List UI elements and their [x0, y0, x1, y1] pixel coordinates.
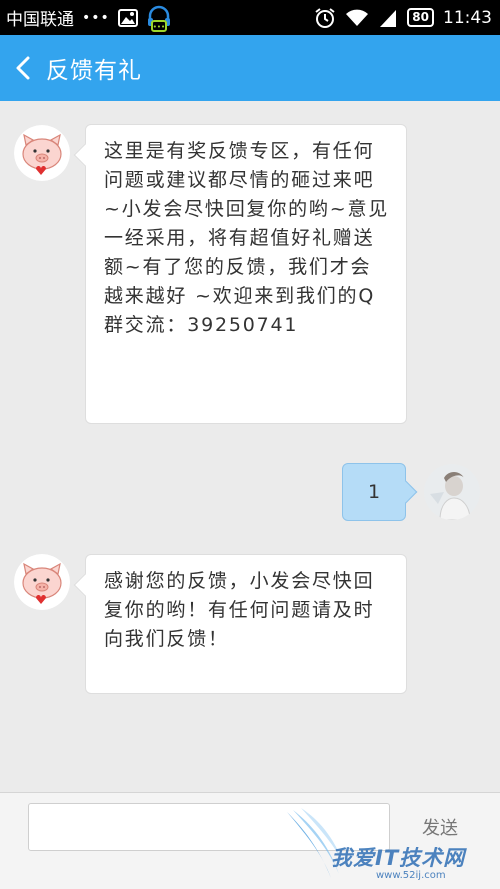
back-button[interactable]: [0, 35, 46, 101]
message-text: 1: [367, 481, 381, 503]
svg-text:•••: •••: [153, 23, 165, 31]
clock: 11:43: [443, 7, 492, 28]
alarm-icon: [314, 7, 336, 29]
message-bubble-bot: 感谢您的反馈，小发会尽快回复你的哟！有任何问题请及时向我们反馈！: [73, 554, 407, 694]
bot-avatar: [14, 554, 70, 610]
message-text: 这里是有奖反馈专区，有任何问题或建议都尽情的砸过来吧~小发会尽快回复你的哟~意见…: [104, 140, 390, 336]
bubble-tail: [394, 480, 418, 504]
message-bubble-user: 1: [342, 463, 418, 521]
bot-avatar: [14, 125, 70, 181]
carrier-label: 中国联通: [6, 10, 74, 30]
bubble-tail: [73, 573, 97, 597]
app-header: 反馈有礼: [0, 35, 500, 101]
bubble-tail: [73, 143, 97, 167]
signal-icon: [378, 8, 398, 28]
headset-icon: •••: [146, 4, 172, 32]
message-bubble-bot: 这里是有奖反馈专区，有任何问题或建议都尽情的砸过来吧~小发会尽快回复你的哟~意见…: [73, 124, 407, 424]
user-avatar: [424, 464, 480, 520]
battery-indicator: 80: [407, 8, 434, 27]
status-bar: 中国联通 ••• ••• 80 11:43: [0, 0, 500, 35]
more-dots: •••: [82, 9, 110, 26]
wifi-icon: [345, 8, 369, 28]
image-icon: [117, 8, 138, 27]
page-title: 反馈有礼: [46, 58, 142, 84]
message-text: 感谢您的反馈，小发会尽快回复你的哟！有任何问题请及时向我们反馈！: [104, 570, 375, 650]
watermark-text: 我爱IT技术网: [331, 846, 466, 870]
watermark-url: www.52ij.com: [376, 870, 446, 881]
watermark: 我爱IT技术网 www.52ij.com: [283, 808, 498, 886]
chevron-left-icon: [16, 56, 30, 80]
